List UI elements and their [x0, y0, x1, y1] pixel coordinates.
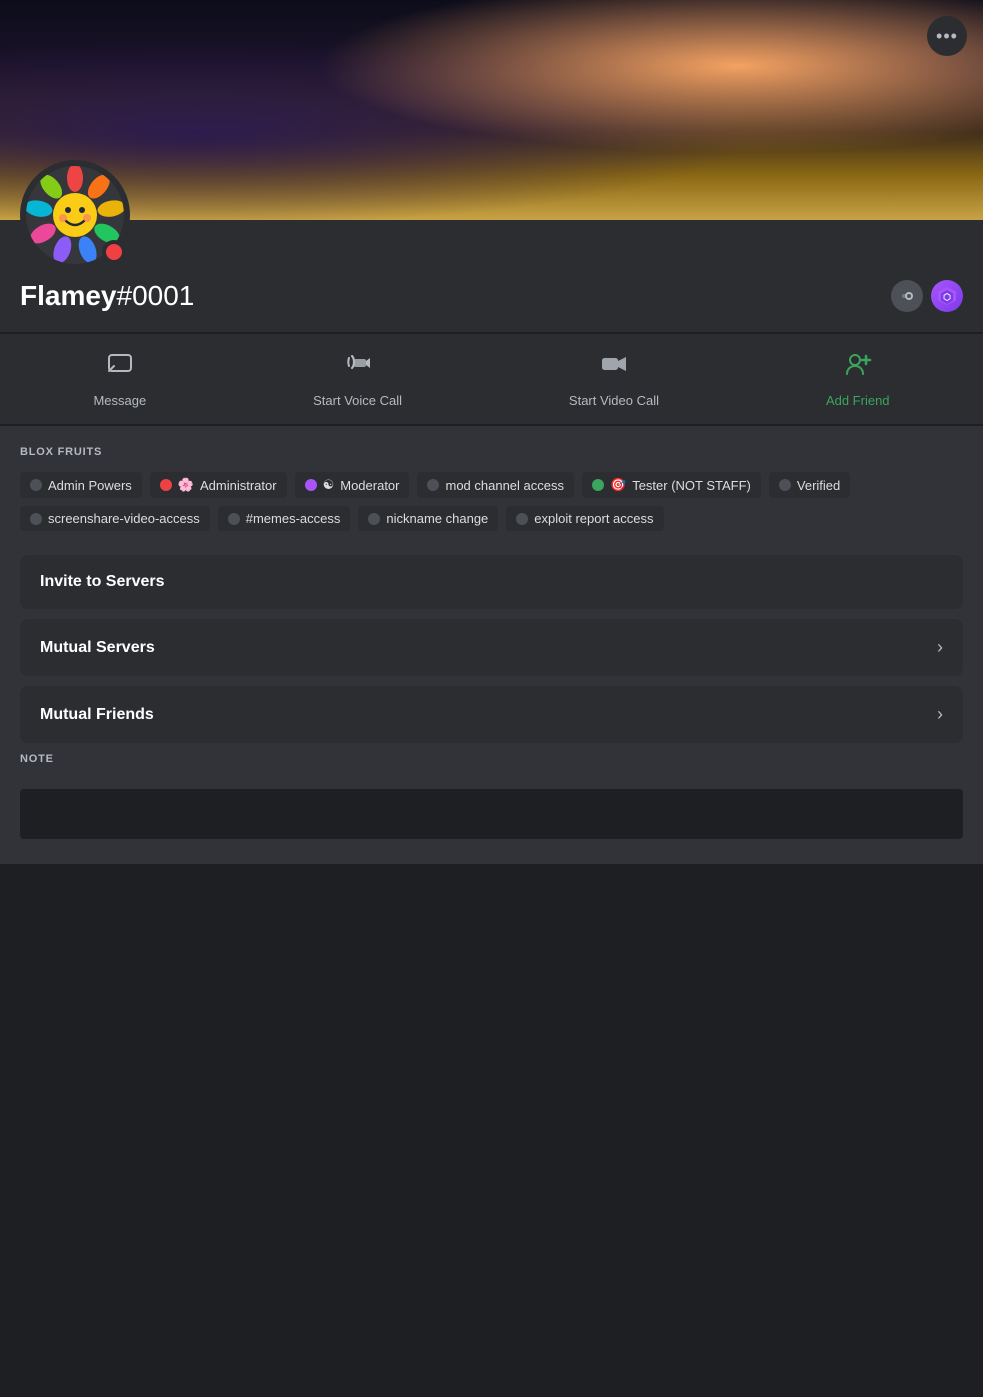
role-dot-memes: [228, 513, 240, 525]
role-label-mod-channel: mod channel access: [445, 478, 564, 493]
mutual-servers-section[interactable]: Mutual Servers ›: [20, 619, 963, 676]
speed-icon: [896, 285, 918, 307]
profile-section: Flamey#0001 ⬡: [0, 220, 983, 332]
mutual-friends-section[interactable]: Mutual Friends ›: [20, 686, 963, 743]
role-emoji-moderator: ☯: [323, 477, 335, 493]
mutual-friends-chevron: ›: [937, 704, 943, 725]
hex-badge: ⬡: [931, 280, 963, 312]
role-label-memes: #memes-access: [246, 511, 341, 526]
role-exploit[interactable]: exploit report access: [506, 506, 663, 531]
roles-section-title: BLOX FRUITS: [20, 446, 963, 458]
username-row: Flamey#0001 ⬡: [20, 280, 963, 312]
role-dot-mod-channel: [427, 479, 439, 491]
actions-bar: Message Start Voice Call Start Video Cal…: [0, 334, 983, 424]
role-label-screenshare: screenshare-video-access: [48, 511, 200, 526]
avatar-wrapper: [20, 160, 130, 270]
mutual-friends-title: Mutual Friends: [40, 706, 154, 724]
username-text: Flamey: [20, 280, 117, 311]
role-moderator[interactable]: ☯ Moderator: [295, 472, 410, 498]
message-label: Message: [93, 393, 146, 408]
role-dot-screenshare: [30, 513, 42, 525]
role-screenshare[interactable]: screenshare-video-access: [20, 506, 210, 531]
role-dot-nickname: [368, 513, 380, 525]
hex-icon: ⬡: [936, 285, 958, 307]
role-label-nickname: nickname change: [386, 511, 488, 526]
role-mod-channel[interactable]: mod channel access: [417, 472, 574, 498]
role-dot-moderator: [305, 479, 317, 491]
video-label: Start Video Call: [569, 393, 659, 408]
invite-servers-title: Invite to Servers: [40, 573, 165, 591]
note-section: NOTE: [20, 753, 963, 844]
role-nickname[interactable]: nickname change: [358, 506, 498, 531]
video-icon: [600, 350, 628, 385]
voice-call-button[interactable]: Start Voice Call: [313, 350, 402, 408]
role-dot-administrator: [160, 479, 172, 491]
invite-servers-section[interactable]: Invite to Servers: [20, 555, 963, 609]
role-label-administrator: Administrator: [200, 478, 277, 493]
status-indicator: [102, 240, 126, 264]
mutual-servers-title: Mutual Servers: [40, 639, 155, 657]
message-icon: [106, 350, 134, 385]
role-tester[interactable]: 🎯 Tester (NOT STAFF): [582, 472, 761, 498]
role-dot-admin-powers: [30, 479, 42, 491]
message-button[interactable]: Message: [93, 350, 146, 408]
role-label-verified: Verified: [797, 478, 840, 493]
role-label-tester: Tester (NOT STAFF): [632, 478, 751, 493]
role-emoji-tester: 🎯: [610, 477, 626, 493]
role-label-moderator: Moderator: [340, 478, 399, 493]
voice-icon: [344, 350, 372, 385]
mutual-servers-chevron: ›: [937, 637, 943, 658]
role-dot-exploit: [516, 513, 528, 525]
username: Flamey#0001: [20, 280, 194, 312]
banner-background: [0, 0, 983, 220]
more-options-button[interactable]: •••: [927, 16, 967, 56]
role-dot-tester: [592, 479, 604, 491]
profile-banner: •••: [0, 0, 983, 220]
note-input[interactable]: [20, 789, 963, 839]
role-verified[interactable]: Verified: [769, 472, 850, 498]
voice-label: Start Voice Call: [313, 393, 402, 408]
role-emoji-administrator: 🌸: [178, 477, 194, 493]
discriminator: #0001: [117, 280, 195, 311]
role-administrator[interactable]: 🌸 Administrator: [150, 472, 287, 498]
video-call-button[interactable]: Start Video Call: [569, 350, 659, 408]
add-friend-label: Add Friend: [826, 393, 890, 408]
more-dots-icon: •••: [936, 26, 958, 47]
add-friend-button[interactable]: Add Friend: [826, 350, 890, 408]
role-admin-powers[interactable]: Admin Powers: [20, 472, 142, 498]
profile-badges: ⬡: [891, 280, 963, 312]
role-memes[interactable]: #memes-access: [218, 506, 351, 531]
role-dot-verified: [779, 479, 791, 491]
roles-grid: Admin Powers 🌸 Administrator ☯ Moderator…: [20, 472, 963, 531]
speed-badge: [891, 280, 923, 312]
role-label-admin-powers: Admin Powers: [48, 478, 132, 493]
svg-text:⬡: ⬡: [943, 292, 951, 302]
content-area: BLOX FRUITS Admin Powers 🌸 Administrator…: [0, 426, 983, 864]
role-label-exploit: exploit report access: [534, 511, 653, 526]
note-title: NOTE: [20, 753, 963, 765]
add-friend-icon: [844, 350, 872, 385]
